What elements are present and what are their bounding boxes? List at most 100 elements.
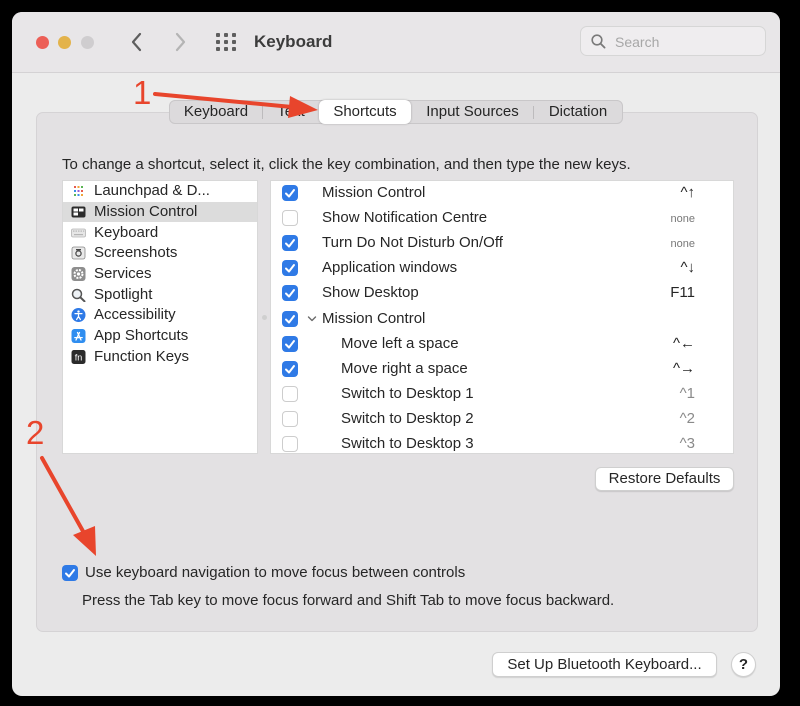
- shortcut-checkbox[interactable]: [282, 285, 298, 301]
- shortcut-row[interactable]: Switch to Desktop 1 ^1: [271, 382, 733, 407]
- category-label: Mission Control: [94, 203, 198, 220]
- accessibility-icon: [71, 308, 86, 322]
- split-view-divider[interactable]: [262, 315, 267, 320]
- tab-text[interactable]: Text: [263, 101, 319, 123]
- category-list[interactable]: Launchpad & D... Mission Control Keyboar…: [62, 180, 258, 454]
- shortcut-checkbox[interactable]: [282, 436, 298, 452]
- shortcut-checkbox[interactable]: [282, 411, 298, 427]
- keyboard-navigation-label[interactable]: Use keyboard navigation to move focus be…: [85, 564, 465, 581]
- shortcut-label: Mission Control: [322, 310, 426, 327]
- shortcut-key[interactable]: ^2: [680, 410, 695, 427]
- shortcut-checkbox[interactable]: [282, 235, 298, 251]
- setup-bluetooth-keyboard-button[interactable]: Set Up Bluetooth Keyboard...: [492, 652, 717, 677]
- shortcut-label: Switch to Desktop 3: [341, 435, 474, 452]
- title-bar: Keyboard: [12, 12, 780, 73]
- shortcut-key[interactable]: none: [671, 213, 695, 225]
- keyboard-navigation-hint: Press the Tab key to move focus forward …: [82, 592, 615, 609]
- category-spotlight[interactable]: Spotlight: [63, 285, 257, 305]
- shortcut-label: Move left a space: [341, 335, 459, 352]
- search-icon: [591, 34, 606, 49]
- back-button[interactable]: [125, 28, 149, 56]
- category-launchpad[interactable]: Launchpad & D...: [63, 181, 257, 201]
- shortcut-key[interactable]: ^3: [680, 435, 695, 452]
- search-input[interactable]: [613, 30, 762, 54]
- checkmark-icon: [285, 289, 295, 298]
- shortcut-key[interactable]: ^→: [673, 360, 695, 377]
- grid-icon: [216, 33, 236, 51]
- shortcut-label: Switch to Desktop 1: [341, 385, 474, 402]
- close-window-button[interactable]: [36, 36, 49, 49]
- category-accessibility[interactable]: Accessibility: [63, 305, 257, 325]
- shortcut-label: Application windows: [322, 259, 458, 276]
- zoom-window-button[interactable]: [81, 36, 94, 49]
- category-label: Keyboard: [94, 224, 159, 241]
- category-mission-control[interactable]: Mission Control: [63, 202, 257, 222]
- shortcut-list[interactable]: Mission Control ^↑ Show Notification Cen…: [270, 180, 734, 454]
- shortcut-checkbox[interactable]: [282, 185, 298, 201]
- shortcut-row[interactable]: Show Desktop F11: [271, 281, 733, 306]
- category-services[interactable]: Services: [63, 264, 257, 284]
- shortcut-row[interactable]: Switch to Desktop 2 ^2: [271, 407, 733, 432]
- category-screenshots[interactable]: Screenshots: [63, 243, 257, 263]
- shortcut-row[interactable]: Turn Do Not Disturb On/Off none: [271, 231, 733, 256]
- shortcut-checkbox[interactable]: [282, 260, 298, 276]
- category-label: Spotlight: [94, 286, 153, 303]
- chevron-right-icon: [175, 32, 186, 52]
- shortcut-checkbox[interactable]: [282, 210, 298, 226]
- checkmark-icon: [285, 189, 295, 198]
- shortcut-checkbox[interactable]: [282, 386, 298, 402]
- shortcut-checkbox[interactable]: [282, 311, 298, 327]
- checkmark-icon: [285, 239, 295, 248]
- shortcut-row[interactable]: Application windows ^↓: [271, 256, 733, 281]
- help-button[interactable]: ?: [731, 652, 756, 677]
- shortcut-key[interactable]: ^1: [680, 385, 695, 402]
- keyboard-icon: [71, 228, 86, 238]
- category-label: Function Keys: [94, 348, 190, 365]
- screenshot-icon: [71, 246, 86, 260]
- shortcut-key[interactable]: F11: [670, 284, 695, 301]
- shortcut-key[interactable]: ^↓: [680, 259, 695, 276]
- shortcut-key[interactable]: ^↑: [680, 184, 695, 201]
- shortcut-group-row[interactable]: Mission Control: [271, 307, 733, 332]
- mission-control-icon: [71, 206, 86, 218]
- window-title: Keyboard: [254, 32, 333, 51]
- category-label: App Shortcuts: [94, 327, 189, 344]
- restore-defaults-button[interactable]: Restore Defaults: [595, 467, 734, 491]
- forward-button[interactable]: [168, 28, 192, 56]
- show-all-grid-button[interactable]: [215, 32, 237, 52]
- shortcut-label: Show Desktop: [322, 284, 419, 301]
- tab-keyboard[interactable]: Keyboard: [170, 101, 262, 123]
- shortcut-key[interactable]: ^←: [673, 335, 695, 352]
- shortcut-row[interactable]: Mission Control ^↑: [271, 181, 733, 206]
- system-preferences-window: Keyboard Keyboard Text Shortcuts Input S…: [12, 12, 780, 696]
- category-keyboard[interactable]: Keyboard: [63, 223, 257, 243]
- tab-shortcuts[interactable]: Shortcuts: [319, 100, 411, 124]
- minimize-window-button[interactable]: [58, 36, 71, 49]
- checkmark-icon: [65, 569, 75, 578]
- keyboard-navigation-checkbox[interactable]: [62, 565, 78, 581]
- disclosure-chevron-icon[interactable]: [307, 314, 317, 324]
- shortcut-label: Turn Do Not Disturb On/Off: [322, 234, 503, 251]
- annotation-number-1: 1: [133, 74, 152, 111]
- shortcut-key[interactable]: none: [671, 238, 695, 250]
- search-field[interactable]: [580, 26, 766, 56]
- chevron-left-icon: [131, 32, 142, 52]
- magnifier-icon: [71, 288, 86, 302]
- category-app-shortcuts[interactable]: App Shortcuts: [63, 326, 257, 346]
- shortcut-row[interactable]: Switch to Desktop 3 ^3: [271, 432, 733, 453]
- shortcut-label: Show Notification Centre: [322, 209, 488, 226]
- shortcut-row[interactable]: Move left a space ^←: [271, 332, 733, 357]
- tab-dictation[interactable]: Dictation: [533, 101, 623, 123]
- annotation-number-2: 2: [26, 414, 45, 451]
- shortcut-checkbox[interactable]: [282, 361, 298, 377]
- checkmark-icon: [285, 340, 295, 349]
- tab-bar: Keyboard Text Shortcuts Input Sources Di…: [169, 100, 623, 124]
- shortcut-label: Mission Control: [322, 184, 426, 201]
- shortcut-row[interactable]: Move right a space ^→: [271, 357, 733, 382]
- launchpad-icon: [74, 186, 83, 196]
- instruction-text: To change a shortcut, select it, click t…: [62, 156, 631, 173]
- shortcut-checkbox[interactable]: [282, 336, 298, 352]
- shortcut-row[interactable]: Show Notification Centre none: [271, 206, 733, 231]
- tab-input-sources[interactable]: Input Sources: [412, 101, 533, 123]
- category-function-keys[interactable]: fn Function Keys: [63, 347, 257, 367]
